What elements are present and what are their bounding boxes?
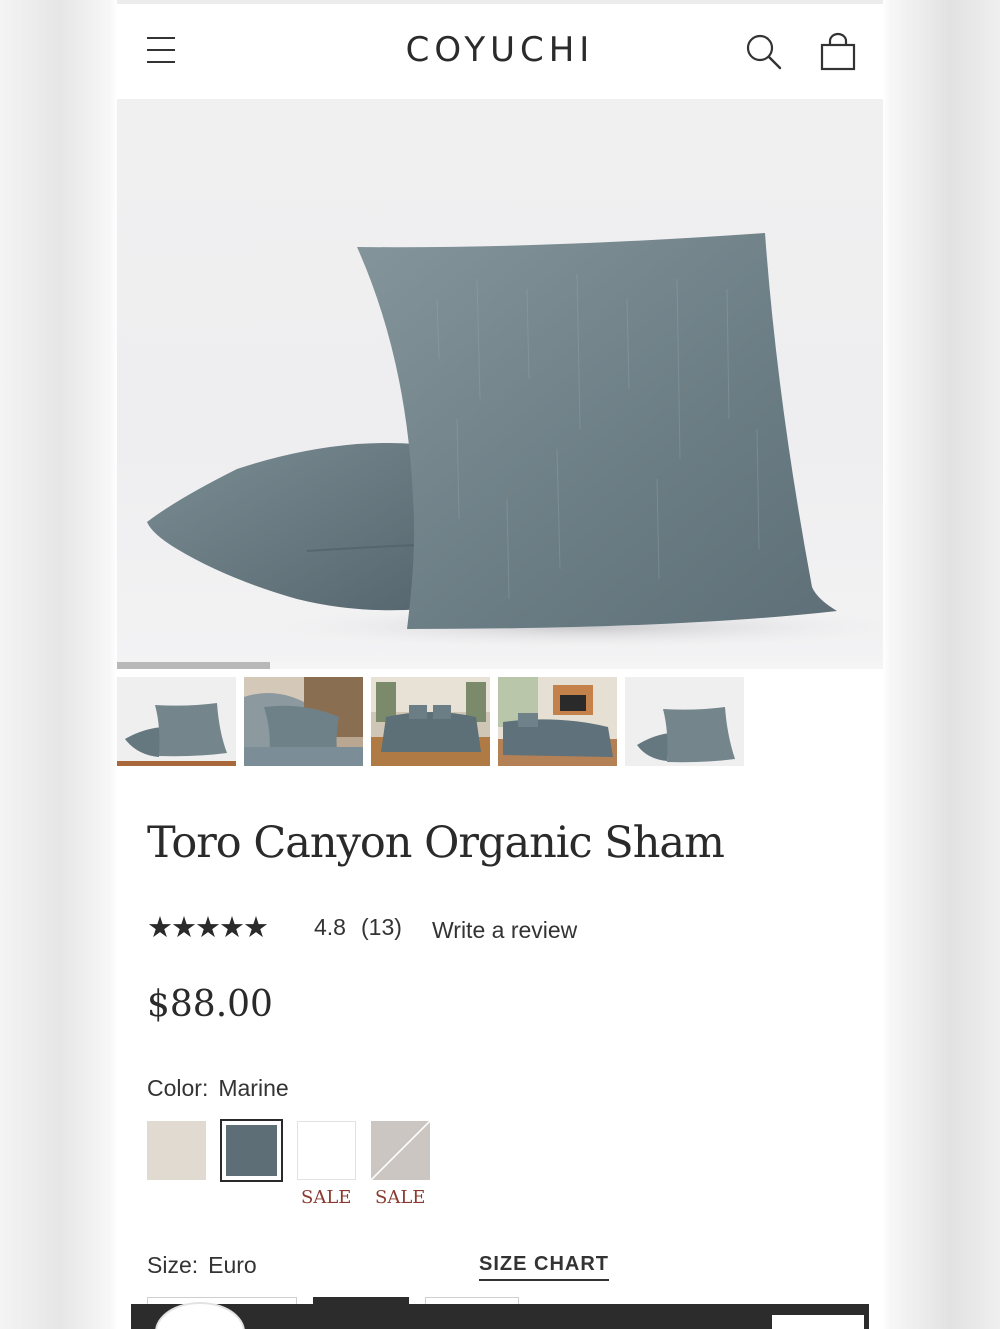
search-icon[interactable]	[745, 33, 783, 71]
color-swatch-white-fill	[298, 1122, 355, 1179]
color-swatch-white[interactable]	[297, 1121, 356, 1180]
selected-size-name: Euro	[208, 1252, 257, 1278]
thumbnail-4[interactable]	[498, 677, 617, 766]
gallery-scroll-progress-fill	[117, 662, 271, 669]
sale-badge: SALE	[375, 1187, 426, 1208]
color-swatch-marine-fill	[226, 1125, 277, 1176]
thumbnail-5[interactable]	[625, 677, 744, 766]
sale-badge: SALE	[301, 1187, 352, 1208]
rating-stars[interactable]: ★★★★★	[147, 910, 269, 944]
gallery-scroll-progress	[117, 662, 883, 669]
review-count[interactable]: (13)	[361, 914, 402, 941]
product-hero-image[interactable]	[117, 99, 883, 669]
rating-row: ★★★★★ 4.8 (13) Write a review	[147, 910, 847, 950]
color-swatch-natural-fill	[147, 1121, 206, 1180]
color-swatch-natural[interactable]	[147, 1121, 206, 1180]
color-swatch-marine[interactable]	[220, 1119, 283, 1182]
site-header: COYUCHI	[117, 4, 883, 99]
thumbnail-3[interactable]	[371, 677, 490, 766]
size-chart-link[interactable]: SIZE CHART	[479, 1253, 609, 1281]
color-swatch-fog[interactable]	[371, 1121, 430, 1180]
size-label: Size:	[147, 1252, 199, 1278]
thumbnail-2[interactable]	[244, 677, 363, 766]
size-selector-label: Size: Euro	[147, 1252, 257, 1279]
write-review-link[interactable]: Write a review	[432, 917, 577, 944]
product-title: Toro Canyon Organic Sham	[147, 818, 725, 868]
shopping-bag-icon[interactable]	[819, 32, 857, 72]
mobile-page: COYUCHI Toro Canyon Organic Sham ★★★★★ 4…	[117, 0, 883, 1329]
selected-color-name: Marine	[218, 1075, 289, 1101]
color-selector-label: Color: Marine	[147, 1075, 289, 1102]
product-price: $88.00	[147, 984, 273, 1025]
thumbnail-1[interactable]	[117, 677, 236, 766]
color-label: Color:	[147, 1075, 209, 1101]
add-to-cart-button[interactable]	[772, 1315, 864, 1329]
sold-out-slash-icon	[371, 1121, 430, 1180]
rating-value: 4.8	[314, 914, 346, 940]
